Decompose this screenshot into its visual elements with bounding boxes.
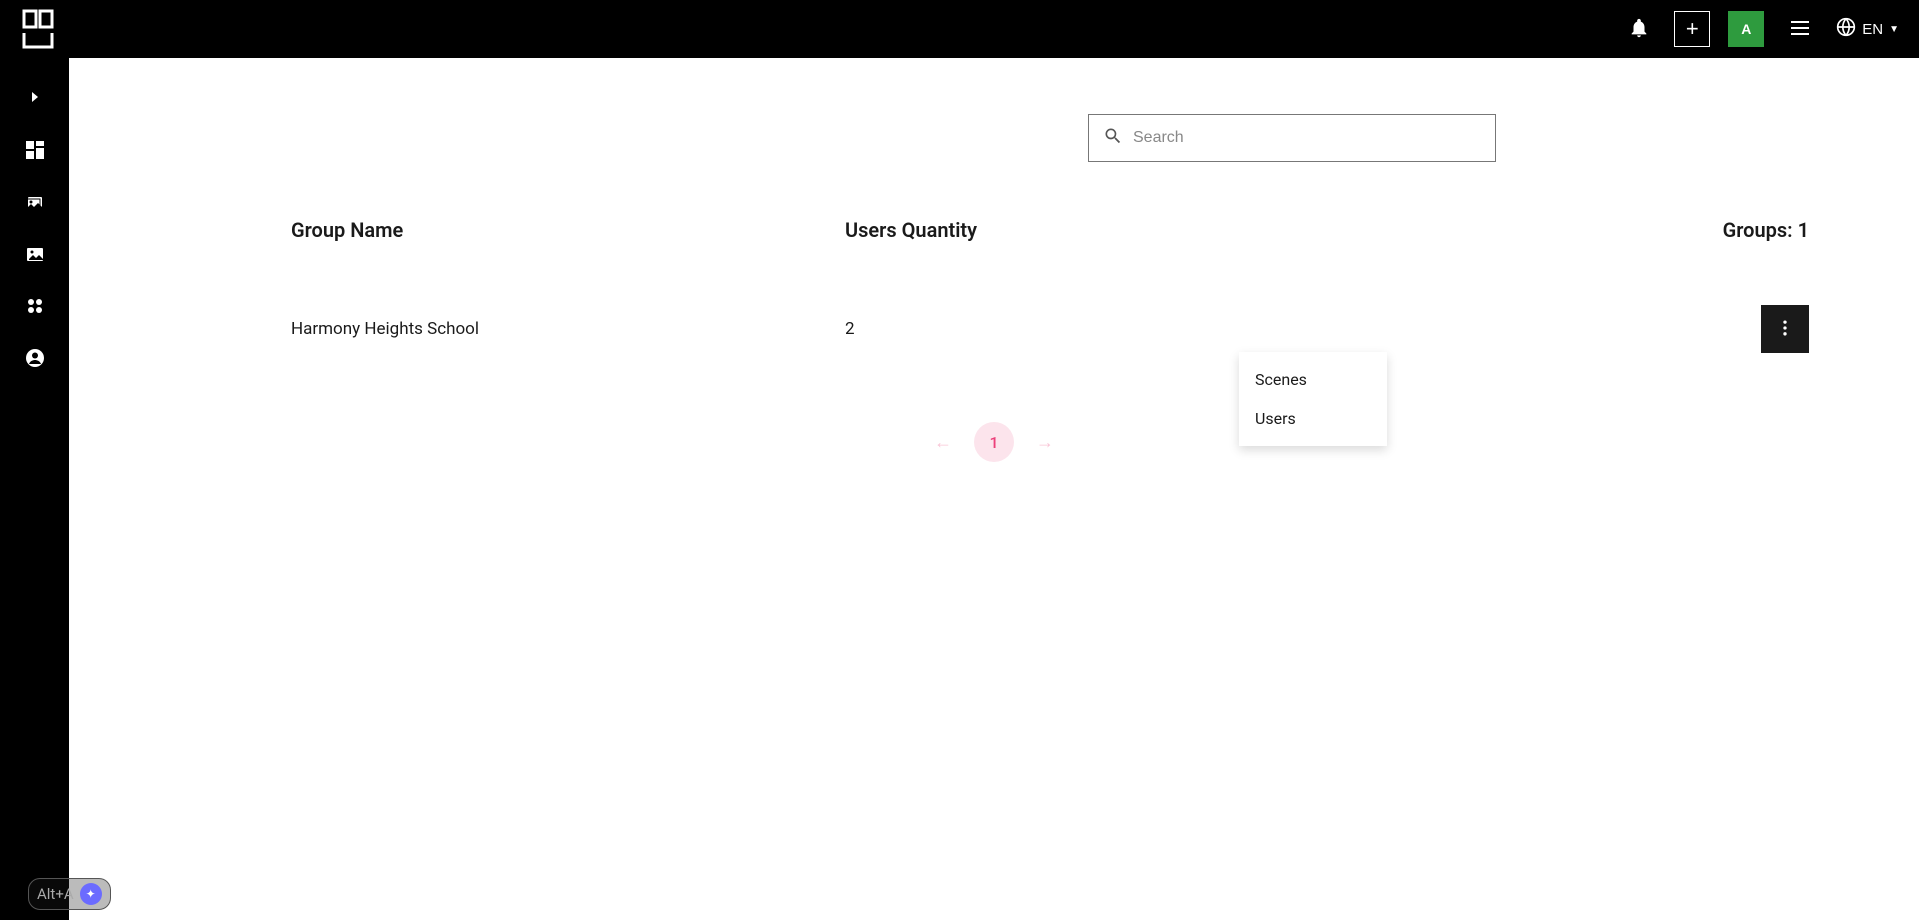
bell-icon xyxy=(1628,17,1650,42)
column-header-users-quantity: Users Quantity xyxy=(845,218,1325,242)
notifications-button[interactable] xyxy=(1622,11,1656,48)
pagination: ← 1 → xyxy=(69,422,1919,462)
cell-actions xyxy=(1761,305,1809,353)
dropdown-item-scenes[interactable]: Scenes xyxy=(1239,360,1387,399)
sidebar-item-apps[interactable] xyxy=(0,282,69,334)
column-header-groups-count: Groups: 1 xyxy=(1723,218,1809,242)
pagination-page-current[interactable]: 1 xyxy=(974,422,1014,462)
globe-icon xyxy=(1836,17,1856,41)
sidebar-expand-toggle[interactable] xyxy=(0,76,69,116)
hamburger-icon xyxy=(1788,16,1812,43)
arrow-left-icon: ← xyxy=(934,432,952,452)
arrow-right-icon: → xyxy=(1036,432,1054,452)
topbar-actions: + A EN ▼ xyxy=(1622,10,1899,49)
sidebar-item-account[interactable] xyxy=(0,334,69,386)
avatar-button[interactable]: A xyxy=(1728,11,1764,47)
column-header-group-name: Group Name xyxy=(291,218,845,242)
pagination-prev-button[interactable]: ← xyxy=(928,426,958,459)
shortcut-widget[interactable]: Alt+A ✦ xyxy=(28,878,111,910)
shortcut-badge: ✦ xyxy=(80,883,102,905)
cell-group-name: Harmony Heights School xyxy=(291,319,845,339)
row-more-button[interactable] xyxy=(1761,305,1809,353)
chevron-right-icon xyxy=(30,87,40,106)
table-row: Harmony Heights School 2 xyxy=(291,304,1809,354)
search-input[interactable] xyxy=(1133,129,1481,147)
dashboard-icon xyxy=(25,140,45,164)
cell-users-quantity: 2 xyxy=(845,319,1325,339)
add-button[interactable]: + xyxy=(1674,11,1710,47)
row-actions-dropdown: Scenes Users xyxy=(1239,352,1387,446)
account-circle-icon xyxy=(25,348,45,372)
language-code: EN xyxy=(1862,21,1883,38)
sidebar-item-media[interactable] xyxy=(0,230,69,282)
pagination-next-button[interactable]: → xyxy=(1030,426,1060,459)
app-logo[interactable] xyxy=(20,7,64,51)
collections-icon xyxy=(25,192,45,216)
language-selector[interactable]: EN ▼ xyxy=(1836,17,1899,41)
sparkle-icon: ✦ xyxy=(86,887,96,901)
top-bar: + A EN ▼ xyxy=(0,0,1919,58)
apps-icon xyxy=(25,296,45,320)
shortcut-label: Alt+A xyxy=(37,885,74,903)
plus-icon: + xyxy=(1686,16,1699,42)
sidebar xyxy=(0,58,69,920)
search-container xyxy=(1088,114,1496,162)
image-icon xyxy=(25,244,45,268)
chevron-down-icon: ▼ xyxy=(1889,24,1899,35)
dropdown-item-users[interactable]: Users xyxy=(1239,399,1387,438)
search-icon xyxy=(1103,126,1123,150)
main-content: Group Name Users Quantity Groups: 1 Harm… xyxy=(69,58,1919,920)
search-box xyxy=(1088,114,1496,162)
sidebar-item-collections[interactable] xyxy=(0,178,69,230)
avatar-initial: A xyxy=(1741,21,1751,37)
sidebar-item-dashboard[interactable] xyxy=(0,126,69,178)
menu-button[interactable] xyxy=(1782,10,1818,49)
table-header: Group Name Users Quantity Groups: 1 xyxy=(291,218,1809,242)
more-vertical-icon xyxy=(1775,318,1795,341)
